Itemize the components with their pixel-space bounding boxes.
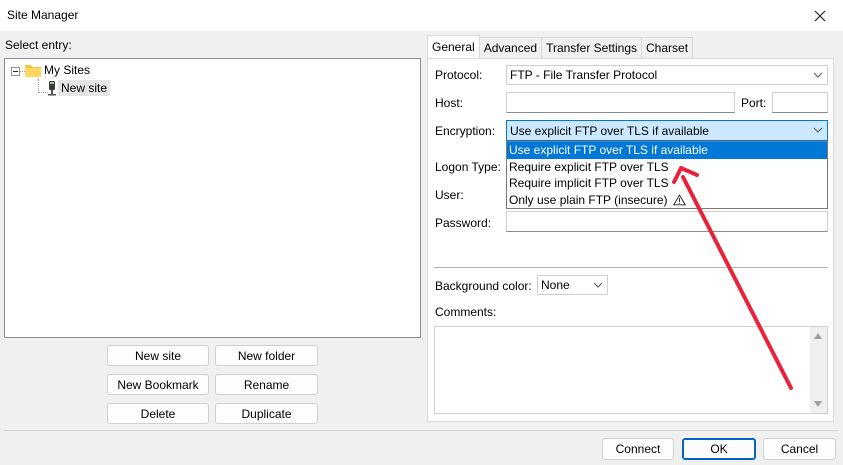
- port-input[interactable]: [772, 92, 828, 113]
- tab-general[interactable]: General: [427, 35, 480, 58]
- chevron-down-icon: [593, 282, 603, 288]
- close-button[interactable]: [797, 0, 843, 31]
- new-site-button[interactable]: New site: [107, 345, 209, 366]
- background-color-label: Background color:: [435, 279, 532, 293]
- logon-type-label: Logon Type:: [435, 160, 501, 174]
- encryption-option[interactable]: Require implicit FTP over TLS: [507, 175, 827, 192]
- tree-item-my-sites[interactable]: My Sites: [25, 61, 93, 79]
- encryption-dropdown-list[interactable]: Use explicit FTP over TLS if available R…: [506, 141, 828, 209]
- encryption-select[interactable]: Use explicit FTP over TLS if available: [506, 120, 828, 141]
- vertical-scrollbar[interactable]: [810, 327, 827, 413]
- protocol-value: FTP - File Transfer Protocol: [510, 68, 658, 82]
- tab-charset[interactable]: Charset: [641, 37, 694, 58]
- comments-textarea[interactable]: [434, 326, 828, 414]
- chevron-down-icon: [813, 127, 823, 133]
- background-color-value: None: [541, 278, 570, 292]
- encryption-value: Use explicit FTP over TLS if available: [510, 123, 709, 138]
- encryption-option[interactable]: Only use plain FTP (insecure): [507, 192, 827, 209]
- title-bar: Site Manager: [0, 0, 843, 31]
- tab-transfer-settings[interactable]: Transfer Settings: [541, 37, 643, 58]
- host-input[interactable]: [506, 92, 735, 113]
- collapse-icon[interactable]: [11, 67, 20, 76]
- tab-bar: General Advanced Transfer Settings Chars…: [427, 35, 694, 59]
- window-title: Site Manager: [7, 8, 79, 22]
- comments-label: Comments:: [435, 305, 497, 319]
- delete-button[interactable]: Delete: [107, 403, 209, 424]
- connect-button[interactable]: Connect: [602, 438, 674, 460]
- background-color-select[interactable]: None: [537, 275, 608, 295]
- new-bookmark-button[interactable]: New Bookmark: [107, 374, 209, 395]
- close-icon: [814, 10, 826, 21]
- divider: [434, 267, 828, 268]
- ok-button[interactable]: OK: [682, 438, 756, 460]
- cancel-button[interactable]: Cancel: [763, 438, 836, 460]
- port-label: Port:: [741, 96, 767, 110]
- protocol-label: Protocol:: [435, 68, 483, 82]
- tree-item-new-site[interactable]: New site: [46, 79, 111, 97]
- password-label: Password:: [435, 216, 492, 230]
- server-icon: [48, 81, 56, 96]
- tab-advanced[interactable]: Advanced: [478, 37, 543, 58]
- scroll-up-icon[interactable]: [814, 333, 822, 339]
- tree-item-label: New site: [58, 80, 111, 96]
- site-tree[interactable]: My Sites New site: [4, 58, 421, 338]
- divider: [4, 430, 839, 431]
- encryption-option[interactable]: Require explicit FTP over TLS: [507, 159, 827, 176]
- chevron-down-icon: [813, 72, 823, 78]
- host-label: Host:: [435, 96, 464, 110]
- rename-button[interactable]: Rename: [215, 374, 318, 395]
- tree-connector: [38, 79, 39, 93]
- encryption-option[interactable]: Use explicit FTP over TLS if available: [507, 142, 827, 159]
- warning-icon: [672, 194, 686, 206]
- encryption-label: Encryption:: [435, 124, 496, 138]
- password-input[interactable]: [506, 211, 828, 232]
- select-entry-label: Select entry:: [5, 38, 72, 52]
- folder-icon: [25, 65, 41, 77]
- scroll-down-icon[interactable]: [814, 401, 822, 407]
- user-label: User:: [435, 188, 464, 202]
- protocol-select[interactable]: FTP - File Transfer Protocol: [506, 65, 828, 85]
- duplicate-button[interactable]: Duplicate: [215, 403, 318, 424]
- new-folder-button[interactable]: New folder: [215, 345, 318, 366]
- tree-item-label: My Sites: [44, 63, 91, 77]
